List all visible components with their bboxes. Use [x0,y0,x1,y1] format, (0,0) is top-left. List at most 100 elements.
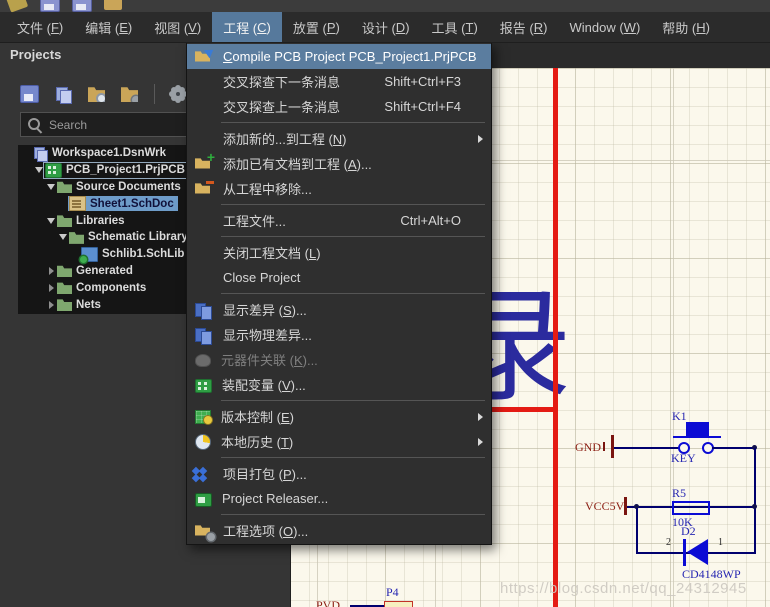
menu-item-cross-probe-next-message[interactable]: 交叉探查下一条消息 Shift+Ctrl+F3 [187,69,491,94]
menubar-item-project[interactable]: 工程 (C) [212,12,282,42]
menu-item-label: Compile PCB Project PCB_Project1.PrjPCB [223,49,477,64]
pvd-net-label: PVD [316,598,341,607]
d2-designator: D2 [681,524,696,538]
menu-item-shortcut: Shift+Ctrl+F4 [384,99,461,114]
menu-separator [187,233,491,240]
menu-item-label: 交叉探查上一条消息 [223,100,341,115]
menu-item-cross-probe-prev-message[interactable]: 交叉探查上一条消息 Shift+Ctrl+F4 [187,94,491,119]
menu-item-label: 从工程中移除... [223,182,312,197]
remove-from-project-icon [195,180,214,197]
menu-item-label: 项目打包 (P)... [223,467,307,482]
menu-item-shortcut: Shift+Ctrl+F3 [384,74,461,89]
project-packager-icon [195,467,213,483]
icon-gutter [195,99,213,115]
save-project-icon[interactable] [20,85,39,103]
d2-pin2: 2 [666,537,671,548]
menu-item-add-new-to-project[interactable]: 添加新的...到工程 (N) [187,126,491,151]
menubar-item-design[interactable]: 设计 (D) [351,12,421,42]
save-icon[interactable] [40,0,60,12]
expand-arrow-icon[interactable] [58,234,68,241]
menu-item-close-project[interactable]: Close Project [187,265,491,290]
panel-settings-gear-icon[interactable] [173,89,183,99]
menu-item-project-releaser[interactable]: Project Releaser... [187,486,491,511]
save-all-icon[interactable] [72,0,92,12]
d2-cathode-bar [683,539,686,566]
copy-documents-icon[interactable] [55,86,72,104]
project-releaser-icon [195,492,212,507]
component-links-icon [195,354,211,367]
submenu-arrow-icon [478,412,483,421]
folder-icon [57,282,72,295]
folder-icon [69,232,84,244]
k1-button-body [686,422,709,436]
menubar: 文件 (F) 编辑 (E) 视图 (V) 工程 (C) 放置 (P) 设计 (D) 工具 (… [0,12,770,43]
search-icon [28,118,40,130]
expand-arrow-icon[interactable] [46,183,56,190]
folder-settings-icon[interactable] [121,87,138,102]
menubar-item-help[interactable]: 帮助 (H) [651,12,721,42]
folder-icon [57,215,72,228]
menubar-item-view[interactable]: 视图 (V) [143,12,212,42]
k1-designator: K1 [672,409,687,423]
menu-separator [187,201,491,208]
k1-comment: KEY [671,451,696,465]
tree-item-label: PCB_Project1.PrjPCB * [66,164,193,177]
menu-item-remove-from-project[interactable]: 从工程中移除... [187,176,491,201]
menu-item-project-packager[interactable]: 项目打包 (P)... [187,461,491,486]
expand-arrow-icon[interactable] [46,300,56,309]
r5-designator: R5 [672,486,687,500]
tree-item-label: Libraries [76,214,125,227]
gnd-symbol-tick [603,442,605,451]
menu-item-show-differences[interactable]: 显示差异 (S)... [187,297,491,322]
menu-item-label: 工程选项 (O)... [223,524,309,539]
menu-item-label: 显示物理差异... [223,328,312,343]
submenu-arrow-icon [478,437,483,446]
menu-item-project-documents[interactable]: 工程文件... Ctrl+Alt+O [187,208,491,233]
expand-arrow-icon[interactable] [46,217,56,224]
gnd-power-label: GND [575,440,601,454]
menu-item-label: 关闭工程文档 (L) [223,246,321,261]
menu-item-compile-project[interactable]: Compile PCB Project PCB_Project1.PrjPCB [187,44,491,69]
folder-icon [57,265,72,278]
menu-item-close-project-documents[interactable]: 关闭工程文档 (L) [187,240,491,265]
menubar-item-place[interactable]: 放置 (P) [282,12,351,42]
k1-base-line [673,436,721,438]
compile-project-icon [195,49,213,65]
menu-item-show-physical-differences[interactable]: 显示物理差异... [187,322,491,347]
menu-item-version-control[interactable]: 版本控制 (E) [187,404,491,429]
folder-search-icon[interactable] [88,87,105,102]
menu-item-local-history[interactable]: 本地历史 (T) [187,429,491,454]
edit-tool-icon[interactable] [5,0,29,13]
panel-title: Projects [10,47,62,62]
tree-item-label: Schlib1.SchLib [102,248,185,261]
menubar-item-file[interactable]: 文件 (F) [6,12,74,42]
menubar-item-edit[interactable]: 编辑 (E) [74,12,143,42]
expand-arrow-icon[interactable] [46,283,56,292]
menu-item-assembly-variants[interactable]: 装配变量 (V)... [187,372,491,397]
wire-left-vertical [636,508,638,554]
menu-separator [187,290,491,297]
red-border-horizontal [488,407,558,412]
icon-gutter [195,270,213,286]
folder-icon [57,181,72,194]
toolbar-divider [154,84,155,104]
menubar-item-reports[interactable]: 报告 (R) [489,12,559,42]
menu-item-project-options[interactable]: 工程选项 (O)... [187,518,491,543]
menu-item-label: 元器件关联 (K)... [221,353,318,368]
expand-arrow-icon[interactable] [46,266,56,275]
menu-separator [187,397,491,404]
project-icon [45,162,62,178]
d2-diode-triangle [687,539,708,565]
expand-arrow-icon[interactable] [34,167,44,174]
menu-item-label: Project Releaser... [222,491,329,506]
menu-item-add-existing-to-project[interactable]: 添加已有文档到工程 (A)... [187,149,491,176]
open-folder-icon[interactable] [104,0,122,10]
tree-item-label: Sheet1.SchDoc [90,197,174,210]
menubar-item-window[interactable]: Window (W) [558,12,651,42]
menu-item-label: 版本控制 (E) [221,410,294,425]
menubar-item-tools[interactable]: 工具 (T) [421,12,489,42]
watermark-text: https://blog.csdn.net/qq_24312945 [500,580,747,597]
project-dropdown-menu: Compile PCB Project PCB_Project1.PrjPCB 交… [186,42,492,545]
menu-item-component-links[interactable]: 元器件关联 (K)... [187,347,491,372]
folder-icon [57,299,72,312]
